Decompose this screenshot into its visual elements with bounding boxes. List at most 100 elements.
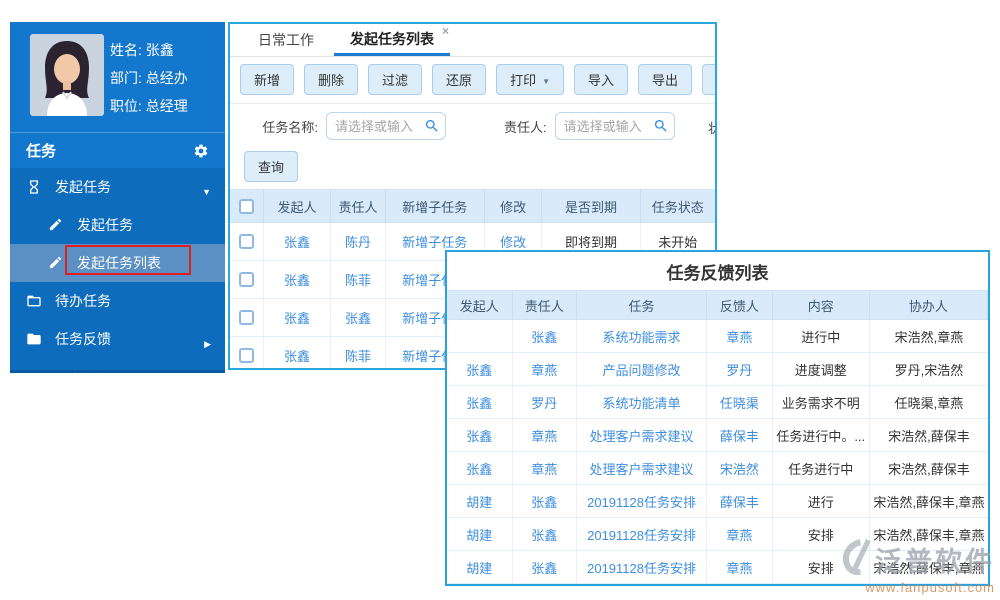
owner-link[interactable]: 张鑫: [513, 518, 578, 550]
owner-link[interactable]: 罗丹: [513, 386, 578, 418]
initiator-link[interactable]: 胡建: [447, 485, 513, 517]
feedback-person-link[interactable]: 罗丹: [707, 353, 773, 385]
task-link[interactable]: 处理客户需求建议: [577, 419, 707, 451]
owner-link[interactable]: 陈丹: [331, 223, 386, 260]
query-button[interactable]: 查询: [244, 151, 298, 182]
initiator-link[interactable]: 张鑫: [264, 223, 331, 260]
owner-link[interactable]: 章燕: [513, 353, 578, 385]
sidebar-item-initiate-task-list[interactable]: 发起任务列表: [10, 244, 225, 282]
initiator-link[interactable]: 张鑫: [447, 419, 513, 451]
task-link[interactable]: 系统功能需求: [577, 320, 707, 352]
row-checkbox[interactable]: [239, 310, 254, 325]
initiator-link[interactable]: 张鑫: [447, 353, 513, 385]
owner-link[interactable]: 张鑫: [513, 320, 578, 352]
content-cell: 安排: [773, 518, 870, 550]
owner-link[interactable]: 陈菲: [331, 261, 386, 298]
sidebar-item-done-tasks[interactable]: 已办任务: [10, 358, 225, 373]
feedback-person-link[interactable]: 薛保丰: [707, 485, 773, 517]
initiator-link[interactable]: 胡建: [447, 518, 513, 550]
section-label: 任务: [26, 140, 56, 161]
task-link[interactable]: 20191128任务安排: [577, 518, 707, 550]
table-header-row: 发起人 责任人 新增子任务 修改 是否到期 任务状态: [230, 189, 715, 223]
tab-initiate-task-list[interactable]: 发起任务列表: [334, 24, 450, 56]
owner-link[interactable]: 章燕: [513, 452, 578, 484]
tab-daily-work[interactable]: 日常工作: [242, 24, 330, 56]
chevron-right-icon: [204, 334, 211, 350]
col-initiator: 发起人: [447, 291, 513, 319]
feedback-person-link[interactable]: 章燕: [707, 551, 773, 583]
select-all-checkbox[interactable]: [239, 199, 254, 214]
col-status: 任务状态: [641, 190, 715, 222]
sidebar-item-task-feedback[interactable]: 任务反馈: [10, 320, 225, 358]
initiator-link[interactable]: 张鑫: [447, 452, 513, 484]
task-link[interactable]: 处理客户需求建议: [577, 452, 707, 484]
initiator-link[interactable]: 张鑫: [264, 261, 331, 298]
sidebar-item-initiate-task-group[interactable]: 发起任务: [10, 168, 225, 206]
col-add-subtask: 新增子任务: [386, 190, 485, 222]
import-button[interactable]: 导入: [574, 64, 628, 95]
check-circle-icon: [26, 369, 42, 373]
task-link[interactable]: 系统功能清单: [577, 386, 707, 418]
owner-link[interactable]: 张鑫: [513, 551, 578, 583]
search-icon[interactable]: [424, 118, 440, 134]
content-cell: 进行: [773, 485, 870, 517]
collaborators-cell: 罗丹,宋浩然: [870, 353, 988, 385]
initiator-link[interactable]: 胡建: [447, 551, 513, 583]
owner-field-wrap: [555, 112, 675, 140]
task-link[interactable]: 产品问题修改: [577, 353, 707, 385]
content-cell: 任务进行中。...: [773, 419, 870, 451]
initiator-link[interactable]: 张鑫: [264, 299, 331, 336]
sidebar-item-label: 任务反馈: [55, 329, 111, 349]
owner-link[interactable]: 张鑫: [513, 485, 578, 517]
delete-button[interactable]: 删除: [304, 64, 358, 95]
filter-button[interactable]: 过滤: [368, 64, 422, 95]
feedback-row: 胡建 张鑫 20191128任务安排 章燕 安排 宋浩然,薛保丰,章燕: [447, 518, 988, 551]
task-link[interactable]: 20191128任务安排: [577, 551, 707, 583]
feedback-person-link[interactable]: 任晓渠: [707, 386, 773, 418]
collaborators-cell: 宋浩然,薛保丰,章燕: [870, 551, 988, 583]
sidebar-section-tasks: 任务: [10, 132, 225, 168]
feedback-person-link[interactable]: 章燕: [707, 518, 773, 550]
initiator-link[interactable]: 张鑫: [264, 337, 331, 370]
col-edit: 修改: [485, 190, 543, 222]
view-log-button[interactable]: 查看日志: [702, 64, 717, 95]
owner-link[interactable]: 张鑫: [331, 299, 386, 336]
gear-icon[interactable]: [193, 143, 209, 159]
add-button[interactable]: 新增: [240, 64, 294, 95]
profile-position: 职位: 总经理: [110, 92, 188, 120]
initiator-link[interactable]: [447, 320, 513, 352]
profile-dept: 部门: 总经办: [110, 64, 188, 92]
owner-link[interactable]: 陈菲: [331, 337, 386, 370]
feedback-person-link[interactable]: 宋浩然: [707, 452, 773, 484]
sidebar-menu: 发起任务 发起任务 发起任务列表 待办任务 任务反馈: [10, 168, 225, 373]
restore-button[interactable]: 还原: [432, 64, 486, 95]
search-icon[interactable]: [653, 118, 669, 134]
avatar: [30, 34, 104, 116]
sidebar-item-initiate-task[interactable]: 发起任务: [10, 206, 225, 244]
initiator-link[interactable]: 张鑫: [447, 386, 513, 418]
sidebar-item-label: 发起任务: [55, 177, 111, 197]
row-checkbox[interactable]: [239, 348, 254, 363]
owner-link[interactable]: 章燕: [513, 419, 578, 451]
popup-title: 任务反馈列表: [447, 252, 988, 290]
user-profile: 姓名: 张鑫 部门: 总经办 职位: 总经理: [10, 22, 225, 132]
chevron-down-icon: [202, 182, 211, 198]
export-button[interactable]: 导出: [638, 64, 692, 95]
feedback-person-link[interactable]: 薛保丰: [707, 419, 773, 451]
feedback-person-link[interactable]: 章燕: [707, 320, 773, 352]
print-button[interactable]: 打印: [496, 64, 564, 95]
row-checkbox[interactable]: [239, 272, 254, 287]
row-checkbox[interactable]: [239, 234, 254, 249]
task-name-label: 任务名称:: [230, 117, 318, 136]
col-task: 任务: [577, 291, 707, 319]
col-feedback-person: 反馈人: [707, 291, 773, 319]
content-cell: 安排: [773, 551, 870, 583]
sidebar-item-todo-tasks[interactable]: 待办任务: [10, 282, 225, 320]
collaborators-cell: 宋浩然,薛保丰: [870, 419, 988, 451]
folder-icon: [26, 331, 42, 347]
task-link[interactable]: 20191128任务安排: [577, 485, 707, 517]
feedback-row: 张鑫 罗丹 系统功能清单 任晓渠 业务需求不明 任晓渠,章燕: [447, 386, 988, 419]
profile-name: 姓名: 张鑫: [110, 36, 188, 64]
close-icon[interactable]: [442, 25, 449, 37]
content-cell: 进度调整: [773, 353, 870, 385]
